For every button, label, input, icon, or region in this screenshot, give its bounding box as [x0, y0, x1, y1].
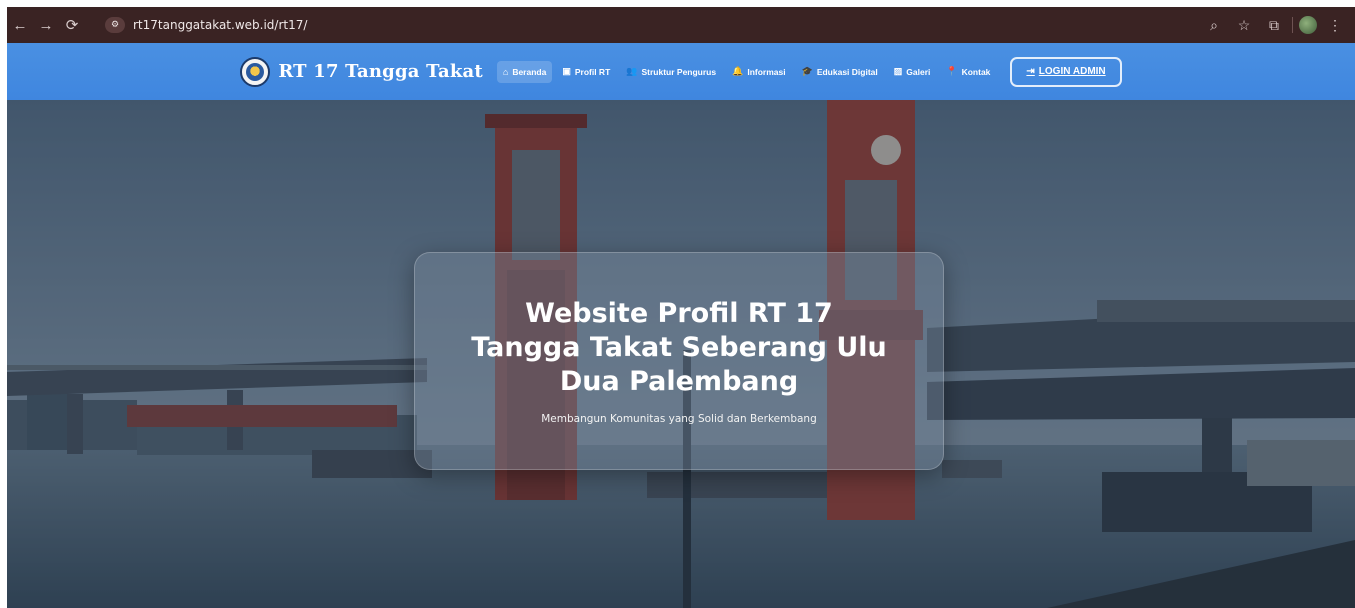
bell-icon: 🔔: [732, 66, 744, 76]
nav-item-informasi[interactable]: 🔔 Informasi: [726, 60, 791, 83]
home-icon: ⌂: [502, 66, 509, 77]
sign-in-icon: ⇥: [1026, 66, 1035, 77]
nav-label: Beranda: [512, 66, 547, 77]
nav-label: Informasi: [747, 66, 786, 77]
main-nav: ⌂ Beranda ▣ Profil RT 👥 Struktur Penguru…: [496, 56, 1122, 87]
back-icon[interactable]: ←: [7, 12, 33, 38]
profile-avatar[interactable]: [1299, 16, 1317, 34]
hero-card: Website Profil RT 17 Tangga Takat Sebera…: [414, 252, 944, 470]
nav-item-galeri[interactable]: ▨ Galeri: [888, 60, 937, 83]
nav-item-beranda[interactable]: ⌂ Beranda: [496, 60, 553, 83]
brand[interactable]: RT 17 Tangga Takat: [240, 56, 483, 87]
toolbar-divider: [1292, 17, 1293, 33]
hero-title: Website Profil RT 17 Tangga Takat Sebera…: [471, 298, 887, 397]
site-info-icon[interactable]: ⚙: [105, 17, 125, 33]
nav-item-profil-rt[interactable]: ▣ Profil RT: [556, 60, 616, 83]
logo: [240, 56, 271, 87]
site-header: RT 17 Tangga Takat ⌂ Beranda ▣ Profil RT…: [7, 43, 1355, 100]
nav-label: Kontak: [961, 66, 991, 77]
users-icon: 👥: [626, 66, 638, 76]
hero-subtitle: Membangun Komunitas yang Solid dan Berke…: [541, 413, 817, 425]
graduation-cap-icon: 🎓: [801, 66, 813, 76]
nav-label: Profil RT: [574, 66, 611, 77]
url-text: rt17tanggatakat.web.id/rt17/: [133, 18, 308, 32]
brand-title: RT 17 Tangga Takat: [278, 61, 483, 82]
login-label: LOGIN ADMIN: [1038, 66, 1106, 77]
address-bar[interactable]: ⚙ rt17tanggatakat.web.id/rt17/: [95, 12, 317, 38]
nav-item-kontak[interactable]: 📍 Kontak: [940, 60, 996, 83]
nav-label: Edukasi Digital: [816, 66, 878, 77]
star-icon[interactable]: ☆: [1232, 13, 1256, 37]
images-icon: ▨: [893, 66, 903, 76]
extensions-icon[interactable]: ⧉: [1262, 13, 1286, 37]
zoom-icon[interactable]: ⌕: [1202, 13, 1226, 37]
reload-icon[interactable]: ⟳: [59, 12, 85, 38]
nav-item-struktur-pengurus[interactable]: 👥 Struktur Pengurus: [620, 60, 722, 83]
map-pin-icon: 📍: [946, 66, 958, 76]
hero-section: Website Profil RT 17 Tangga Takat Sebera…: [7, 100, 1355, 608]
menu-icon[interactable]: ⋮: [1323, 13, 1347, 37]
nav-label: Galeri: [906, 66, 931, 77]
login-admin-button[interactable]: ⇥ LOGIN ADMIN: [1010, 56, 1122, 87]
nav-item-edukasi-digital[interactable]: 🎓 Edukasi Digital: [796, 60, 884, 83]
nav-label: Struktur Pengurus: [641, 66, 717, 77]
browser-toolbar: ← → ⟳ ⚙ rt17tanggatakat.web.id/rt17/ ⌕ ☆…: [7, 7, 1355, 43]
id-card-icon: ▣: [562, 66, 571, 76]
forward-icon[interactable]: →: [33, 12, 59, 38]
browser-window: ← → ⟳ ⚙ rt17tanggatakat.web.id/rt17/ ⌕ ☆…: [7, 7, 1355, 608]
